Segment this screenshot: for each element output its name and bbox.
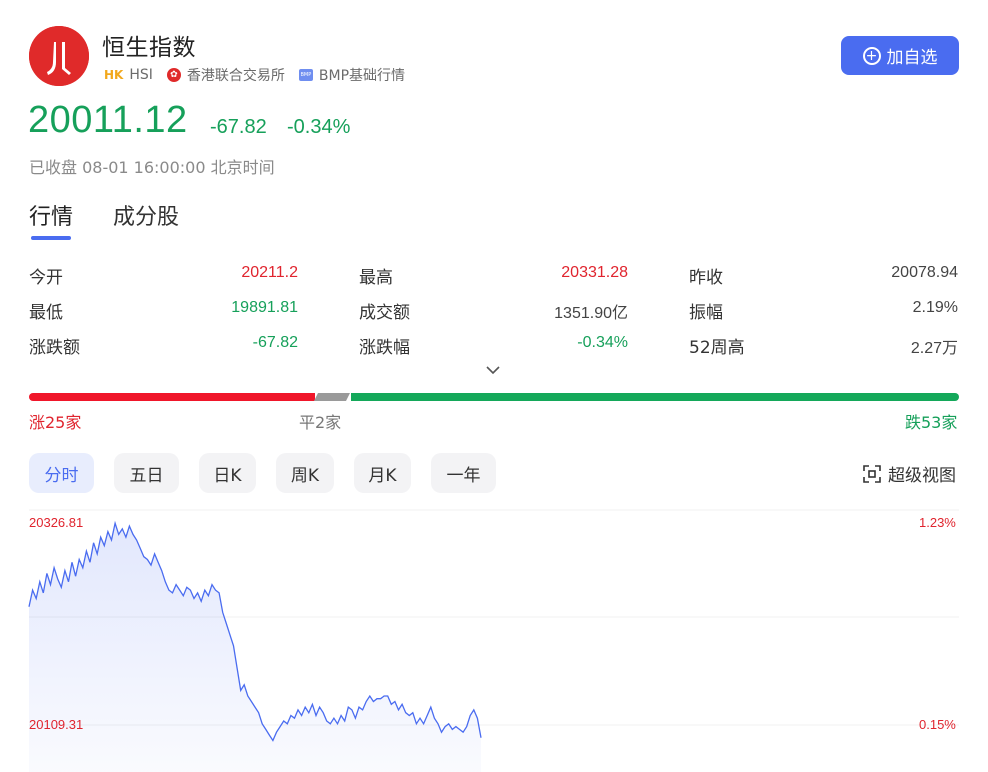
stat-value-prev-close: 20078.94: [891, 264, 958, 281]
add-watchlist-label: 加自选: [886, 48, 938, 68]
index-logo: [29, 26, 89, 86]
stat-value-high: 20331.28: [561, 264, 628, 281]
period-intraday[interactable]: 分时: [29, 453, 94, 493]
y-tick-right-top: 1.23%: [919, 515, 956, 530]
y-tick-right-lower: 0.15%: [919, 717, 956, 732]
tab-quote[interactable]: 行情: [29, 199, 73, 231]
stat-label-low: 最低: [29, 303, 63, 323]
stat-value-low: 19891.81: [231, 299, 298, 316]
period-daily-k[interactable]: 日K: [199, 453, 256, 493]
index-title: 恒生指数: [102, 35, 196, 61]
stat-value-turnover: 1351.90亿: [554, 305, 628, 322]
decliners-count: 跌53家: [905, 413, 958, 432]
stat-label-turnover: 成交额: [359, 303, 410, 323]
exchange-name: 香港联合交易所: [186, 68, 285, 84]
advancers-bar: [29, 393, 315, 401]
bmp-icon: BMP: [298, 69, 313, 81]
unchanged-bar: [314, 393, 350, 401]
intraday-chart[interactable]: [0, 505, 988, 772]
fullscreen-icon: [863, 464, 881, 483]
stat-value-change: -67.82: [252, 334, 298, 351]
stat-value-52w-high: 2.27万: [910, 340, 958, 357]
chevron-down-icon[interactable]: [484, 363, 502, 377]
period-1year[interactable]: 一年: [431, 453, 496, 493]
stat-value-open: 20211.2: [241, 264, 298, 281]
stat-value-change-pct: -0.34%: [577, 334, 628, 351]
y-tick-left-lower: 20109.31: [29, 717, 84, 732]
stat-label-prev-close: 昨收: [689, 268, 723, 288]
advancers-count: 涨25家: [29, 413, 82, 432]
tab-constituents[interactable]: 成分股: [113, 199, 179, 231]
stat-label-52w-high: 52周高: [689, 338, 745, 358]
hsi-logo-icon: [29, 26, 89, 86]
period-monthly-k[interactable]: 月K: [354, 453, 411, 493]
data-source: BMP基础行情: [318, 68, 406, 84]
active-tab-indicator: [31, 236, 71, 240]
stat-label-amplitude: 振幅: [689, 303, 723, 323]
market-tag: HK: [104, 68, 124, 82]
market-status: 已收盘 08-01 16:00:00 北京时间: [29, 158, 275, 177]
period-weekly-k[interactable]: 周K: [276, 453, 334, 493]
super-view-label: 超级视图: [888, 466, 956, 486]
y-tick-left-top: 20326.81: [29, 515, 84, 530]
price-area: [29, 523, 481, 772]
stat-label-change: 涨跌额: [29, 338, 80, 358]
index-meta: HK HSI ✿ 香港联合交易所 BMP BMP基础行情: [104, 65, 405, 85]
stat-label-high: 最高: [359, 268, 393, 288]
unchanged-count: 平2家: [299, 413, 342, 432]
add-watchlist-button[interactable]: + 加自选: [841, 36, 959, 75]
stat-value-amplitude: 2.19%: [912, 299, 958, 316]
price-change-percent: -0.34%: [287, 116, 351, 138]
stat-label-open: 今开: [29, 268, 63, 288]
index-code: HSI: [129, 67, 153, 83]
current-price: 20011.12: [28, 99, 188, 141]
hk-flag-icon: ✿: [166, 68, 181, 82]
stat-label-change-pct: 涨跌幅: [359, 338, 410, 358]
price-change: -67.82: [210, 116, 267, 138]
super-view-button[interactable]: 超级视图: [862, 461, 956, 486]
period-5day[interactable]: 五日: [114, 453, 179, 493]
decliners-bar: [351, 393, 959, 401]
plus-circle-icon: +: [862, 46, 881, 65]
